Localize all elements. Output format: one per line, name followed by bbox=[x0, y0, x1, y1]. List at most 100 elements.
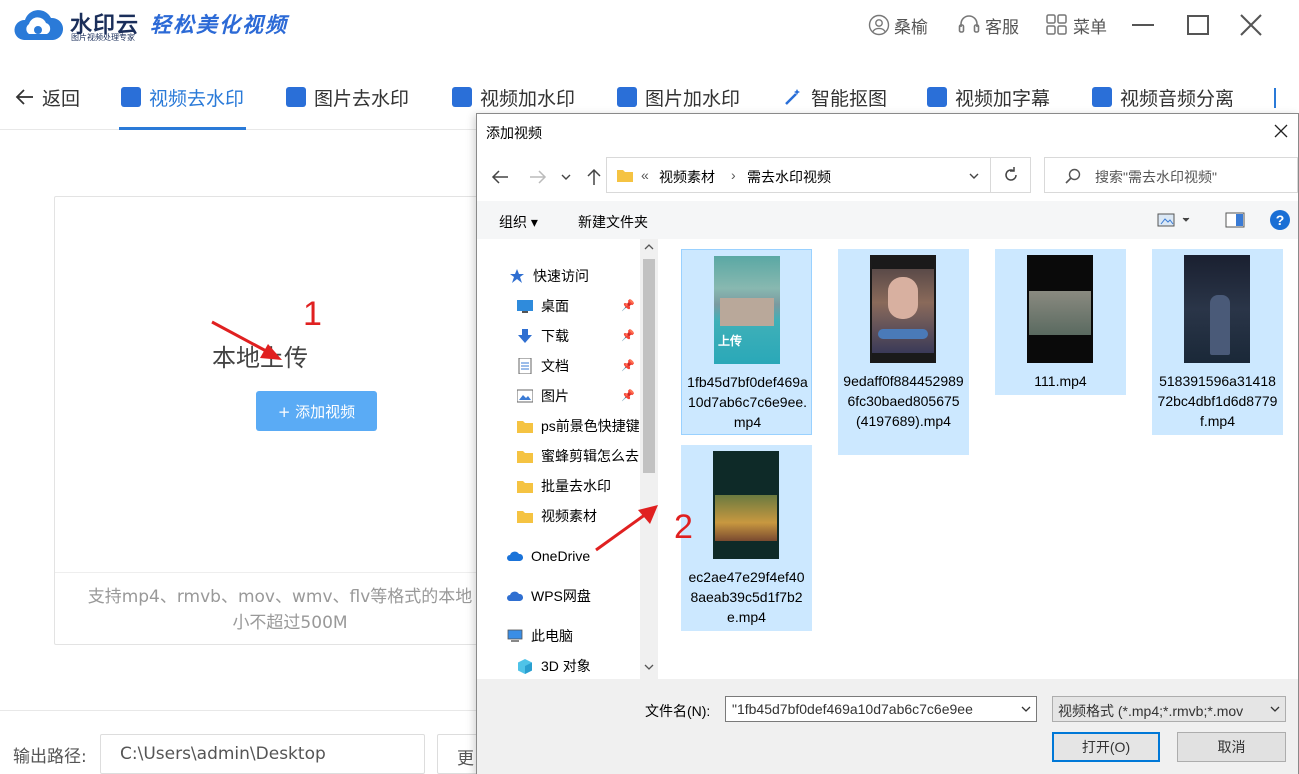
up-arrow-icon[interactable] bbox=[583, 166, 605, 188]
cloud-icon bbox=[507, 591, 523, 601]
nav-item-label: 蜜蜂剪辑怎么去 bbox=[541, 448, 639, 464]
nav-item-documents[interactable]: 文档 bbox=[517, 354, 569, 378]
nav-item-label: WPS网盘 bbox=[531, 588, 591, 604]
customer-service-button[interactable]: 客服 bbox=[957, 12, 1019, 38]
image-icon bbox=[286, 87, 306, 107]
audio-split-icon bbox=[1092, 87, 1112, 107]
tab-label: 视频去水印 bbox=[149, 87, 245, 110]
nav-item-this-pc[interactable]: 此电脑 bbox=[507, 624, 573, 648]
tab-video-audio-split[interactable]: 视频音频分离 bbox=[1092, 82, 1234, 112]
breadcrumb-item[interactable]: 视频素材 bbox=[659, 167, 715, 187]
organize-menu[interactable]: 组织 ▾ bbox=[499, 212, 538, 232]
back-button[interactable]: 返回 bbox=[14, 82, 80, 112]
upload-hint-line1: 支持mp4、rmvb、mov、wmv、flv等格式的本地 bbox=[87, 587, 473, 607]
file-item[interactable]: 518391596a3141872bc4dbf1d6d8779f.mp4 bbox=[1152, 249, 1283, 435]
nav-item-desktop[interactable]: 桌面 bbox=[517, 294, 569, 318]
scroll-down-icon[interactable] bbox=[644, 663, 654, 671]
menu-label: 菜单 bbox=[1073, 17, 1107, 38]
tab-image-remove-watermark[interactable]: 图片去水印 bbox=[286, 82, 409, 112]
nav-item-label: OneDrive bbox=[531, 548, 591, 564]
output-path-field[interactable]: C:\Users\admin\Desktop bbox=[100, 734, 425, 774]
nav-item-pictures[interactable]: 图片 bbox=[517, 384, 569, 408]
user-menu[interactable]: 桑榆 bbox=[868, 12, 928, 38]
tab-label: 视频加字幕 bbox=[955, 87, 1051, 110]
file-item[interactable]: ec2ae47e29f4ef408aeab39c5d1f7b2e.mp4 bbox=[681, 445, 812, 631]
scroll-thumb[interactable] bbox=[643, 259, 655, 473]
nav-item-folder[interactable]: ps前景色快捷键 bbox=[517, 414, 639, 438]
dialog-close-icon[interactable] bbox=[1270, 120, 1292, 142]
service-label: 客服 bbox=[985, 17, 1019, 38]
main-menu-button[interactable]: 菜单 bbox=[1045, 12, 1107, 38]
recent-dropdown-icon[interactable] bbox=[559, 166, 573, 188]
video-thumbnail: 上传 bbox=[714, 256, 780, 364]
filetype-select[interactable]: 视频格式 (*.mp4;*.rmvb;*.mov bbox=[1052, 696, 1286, 722]
grid-icon bbox=[1046, 14, 1067, 35]
open-button[interactable]: 打开(O) bbox=[1052, 732, 1160, 762]
cloud-icon bbox=[507, 551, 523, 561]
nav-item-onedrive[interactable]: OneDrive bbox=[507, 544, 590, 568]
nav-item-label: 下载 bbox=[541, 328, 569, 344]
tab-video-remove-watermark[interactable]: 视频去水印 bbox=[121, 82, 244, 112]
refresh-icon bbox=[1004, 167, 1017, 181]
add-video-button[interactable]: + 添加视频 bbox=[256, 391, 377, 431]
close-icon[interactable] bbox=[1236, 10, 1266, 40]
minimize-icon[interactable] bbox=[1128, 10, 1158, 40]
brand-subtitle: 图片视频处理专家 bbox=[71, 33, 135, 42]
tab-smart-cutout[interactable]: 智能抠图 bbox=[783, 82, 887, 112]
active-tab-underline bbox=[119, 127, 246, 130]
maximize-icon[interactable] bbox=[1183, 10, 1213, 40]
address-bar[interactable]: « 视频素材 › 需去水印视频 bbox=[606, 157, 991, 193]
tab-video-add-watermark[interactable]: 视频加水印 bbox=[452, 82, 575, 112]
nav-pane-scrollbar[interactable] bbox=[640, 239, 658, 679]
back-arrow-icon[interactable] bbox=[489, 166, 511, 188]
nav-item-quick-access[interactable]: 快速访问 bbox=[509, 264, 589, 288]
view-mode-icon[interactable] bbox=[1157, 212, 1193, 228]
search-input[interactable]: 搜索"需去水印视频" bbox=[1044, 157, 1298, 193]
file-item[interactable]: 111.mp4 bbox=[995, 249, 1126, 395]
breadcrumb-item[interactable]: 需去水印视频 bbox=[747, 167, 831, 187]
search-placeholder: 搜索"需去水印视频" bbox=[1095, 169, 1217, 185]
tab-image-add-watermark[interactable]: 图片加水印 bbox=[617, 82, 740, 112]
file-item[interactable]: 上传 1fb45d7bf0def469a10d7ab6c7c6e9ee.mp4 bbox=[681, 249, 812, 435]
breadcrumb-overflow[interactable]: « bbox=[641, 167, 649, 183]
nav-item-folder[interactable]: 批量去水印 bbox=[517, 474, 611, 498]
pin-icon: 📌 bbox=[621, 330, 635, 342]
nav-item-label: 批量去水印 bbox=[541, 478, 611, 494]
folder-icon bbox=[517, 481, 533, 493]
file-item[interactable]: 9edaff0f8844529896fc30baed805675(4197689… bbox=[838, 249, 969, 455]
download-icon bbox=[518, 329, 532, 343]
document-icon bbox=[518, 358, 532, 374]
search-icon bbox=[1065, 168, 1081, 184]
refresh-button[interactable] bbox=[991, 157, 1031, 193]
nav-item-folder[interactable]: 蜜蜂剪辑怎么去 bbox=[517, 444, 639, 468]
tab-label: 视频加水印 bbox=[480, 87, 576, 110]
upload-title: 本地上传 bbox=[212, 344, 308, 372]
nav-item-folder[interactable]: 视频素材 bbox=[517, 504, 597, 528]
scroll-up-icon[interactable] bbox=[644, 243, 654, 251]
magic-wand-icon bbox=[783, 87, 803, 107]
chevron-down-icon[interactable] bbox=[1269, 703, 1281, 715]
tab-video-add-subtitle[interactable]: 视频加字幕 bbox=[927, 82, 1050, 112]
new-folder-button[interactable]: 新建文件夹 bbox=[578, 212, 648, 232]
subtitle-icon bbox=[927, 87, 947, 107]
filename-input[interactable]: "1fb45d7bf0def469a10d7ab6c7c6e9ee bbox=[725, 696, 1037, 722]
nav-item-3d-objects[interactable]: 3D 对象 bbox=[517, 654, 591, 678]
chevron-down-icon[interactable] bbox=[968, 170, 980, 182]
nav-item-wps-drive[interactable]: WPS网盘 bbox=[507, 584, 591, 608]
thumb-caption: 上传 bbox=[718, 334, 743, 348]
preview-pane-icon[interactable] bbox=[1225, 212, 1245, 228]
video-thumbnail bbox=[1184, 255, 1250, 363]
folder-icon bbox=[517, 511, 533, 523]
dialog-title: 添加视频 bbox=[486, 125, 542, 141]
cancel-button[interactable]: 取消 bbox=[1177, 732, 1286, 762]
navigation-pane: 快速访问 桌面 下载 文档 图片 📌 📌 📌 📌 ps前景色快捷键 蜜蜂剪辑怎么… bbox=[477, 239, 658, 679]
folder-icon bbox=[517, 451, 533, 463]
nav-overflow-indicator bbox=[1274, 88, 1276, 108]
file-name: 9edaff0f8844529896fc30baed805675(4197689… bbox=[843, 373, 964, 429]
forward-arrow-icon[interactable] bbox=[527, 166, 549, 188]
help-icon[interactable]: ? bbox=[1269, 209, 1291, 231]
nav-item-downloads[interactable]: 下载 bbox=[517, 324, 569, 348]
filetype-value: 视频格式 (*.mp4;*.rmvb;*.mov bbox=[1058, 703, 1244, 719]
dialog-footer: 文件名(N): "1fb45d7bf0def469a10d7ab6c7c6e9e… bbox=[477, 679, 1298, 774]
chevron-down-icon[interactable] bbox=[1020, 703, 1032, 715]
